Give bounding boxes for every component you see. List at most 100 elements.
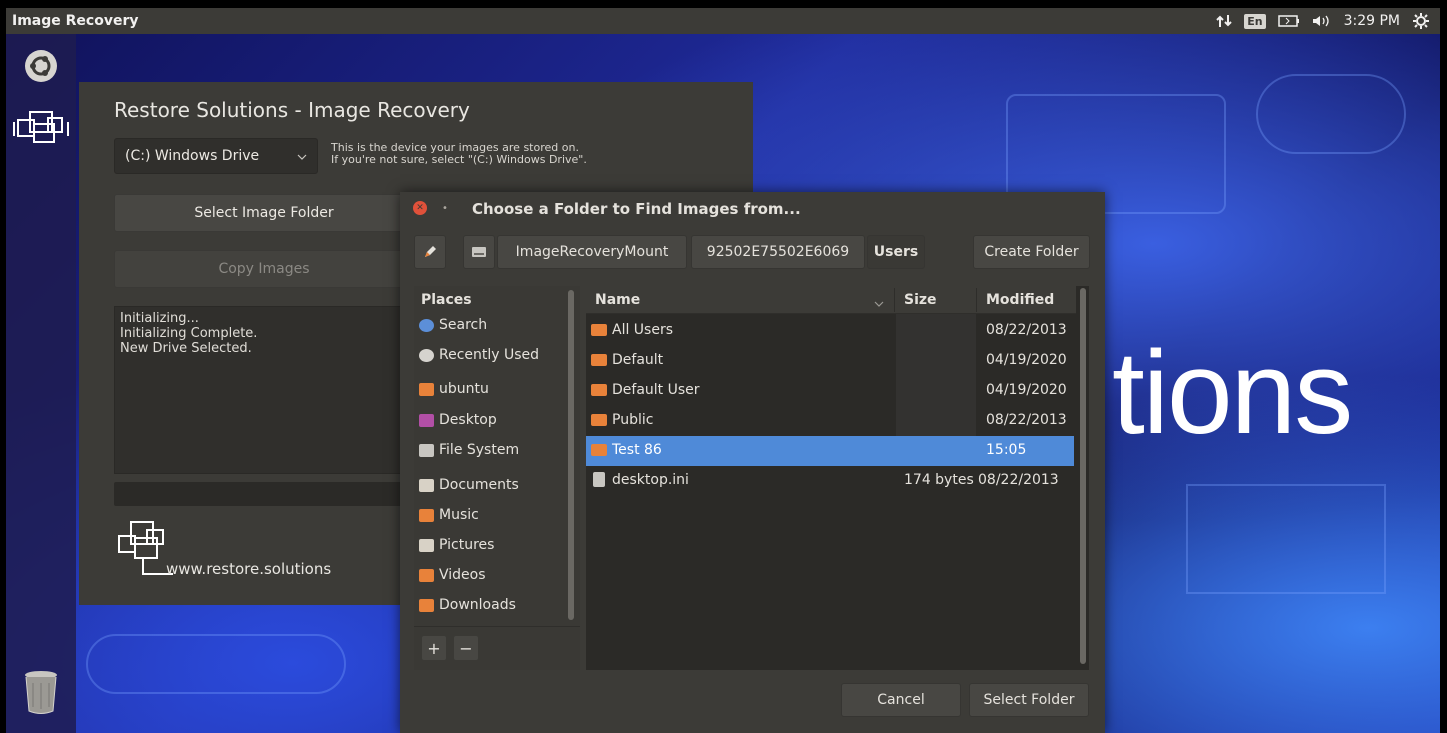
- path-drive-button[interactable]: [463, 235, 495, 269]
- file-name: Test 86: [612, 442, 662, 458]
- column-header-modified[interactable]: Modified: [986, 292, 1054, 308]
- file-size: 174 bytes: [904, 472, 974, 488]
- file-icon: [593, 472, 605, 487]
- music-icon: [419, 508, 434, 522]
- chevron-down-icon: [297, 148, 307, 164]
- sidebar-item-label: Downloads: [439, 597, 516, 613]
- sidebar-item-documents[interactable]: Documents: [419, 474, 519, 496]
- desktop-icon: [419, 413, 434, 427]
- sidebar-item-desktop[interactable]: Desktop: [419, 409, 497, 431]
- folder-icon: [591, 414, 607, 426]
- sidebar-item-music[interactable]: Music: [419, 504, 479, 526]
- path-segment-current[interactable]: Users: [867, 235, 925, 269]
- add-bookmark-button[interactable]: +: [422, 636, 446, 660]
- edit-location-button[interactable]: [414, 235, 446, 269]
- column-divider: [976, 288, 977, 312]
- search-icon: [419, 318, 434, 332]
- copy-images-button[interactable]: Copy Images: [114, 250, 414, 288]
- sidebar-item-label: Documents: [439, 477, 519, 493]
- battery-icon[interactable]: [1277, 15, 1300, 27]
- volume-icon[interactable]: [1312, 14, 1332, 28]
- places-actions: + −: [414, 626, 580, 670]
- file-name: Public: [612, 412, 654, 428]
- file-name: Default User: [612, 382, 700, 398]
- keyboard-layout-indicator[interactable]: En: [1244, 13, 1266, 29]
- sidebar-item-label: File System: [439, 442, 520, 458]
- drive-hint-line: If you're not sure, select "(C:) Windows…: [331, 153, 587, 166]
- folder-icon: [591, 354, 607, 366]
- drive-dropdown[interactable]: (C:) Windows Drive: [114, 138, 318, 174]
- ubuntu-logo-icon[interactable]: [19, 44, 63, 88]
- circuit-decoration: [1186, 484, 1386, 594]
- places-sidebar: Places Search Recently Used ubuntu Deskt…: [414, 286, 580, 670]
- table-row[interactable]: All Users 08/22/2013: [586, 316, 1074, 346]
- folder-icon: [591, 444, 607, 456]
- table-row-selected[interactable]: Test 86 15:05: [586, 436, 1074, 466]
- select-folder-button[interactable]: Select Folder: [969, 683, 1089, 717]
- progress-bar: [114, 482, 414, 506]
- log-line: Initializing Complete.: [120, 326, 258, 341]
- app-title: Image Recovery: [12, 13, 139, 29]
- videos-icon: [419, 568, 434, 582]
- log-line: New Drive Selected.: [120, 341, 252, 356]
- log-output[interactable]: Initializing... Initializing Complete. N…: [114, 306, 414, 474]
- circuit-decoration: [1256, 74, 1406, 154]
- launcher: [6, 34, 76, 733]
- file-name: Default: [612, 352, 664, 368]
- window-title: Restore Solutions - Image Recovery: [114, 98, 470, 122]
- trash-icon[interactable]: [19, 670, 63, 714]
- website-link[interactable]: www.restore.solutions: [166, 560, 331, 578]
- drive-icon: [419, 443, 434, 457]
- close-icon[interactable]: ✕: [413, 201, 427, 215]
- recent-icon: [419, 348, 434, 362]
- column-header-size[interactable]: Size: [904, 292, 937, 308]
- path-segment[interactable]: 92502E75502E6069: [691, 235, 865, 269]
- table-row[interactable]: Default User 04/19/2020: [586, 376, 1074, 406]
- sidebar-item-file-system[interactable]: File System: [419, 439, 519, 461]
- sidebar-item-pictures[interactable]: Pictures: [419, 534, 494, 556]
- table-row[interactable]: Public 08/22/2013: [586, 406, 1074, 436]
- file-name: All Users: [612, 322, 674, 338]
- places-header: Places: [421, 292, 472, 308]
- folder-icon: [591, 384, 607, 396]
- circuit-decoration: [86, 634, 346, 694]
- folder-chooser-dialog: ✕ • Choose a Folder to Find Images from.…: [400, 192, 1105, 733]
- system-tray: En 3:29 PM: [1216, 12, 1440, 30]
- sidebar-item-label: Desktop: [439, 412, 497, 428]
- sidebar-item-recently-used[interactable]: Recently Used: [419, 344, 539, 366]
- dialog-titlebar: ✕ • Choose a Folder to Find Images from.…: [400, 192, 1105, 226]
- remove-bookmark-button[interactable]: −: [454, 636, 478, 660]
- minimize-icon[interactable]: •: [442, 203, 448, 214]
- file-name: desktop.ini: [612, 472, 689, 488]
- network-icon[interactable]: [1216, 14, 1232, 28]
- file-list-header: Name Size Modified: [586, 286, 1076, 314]
- create-folder-button[interactable]: Create Folder: [973, 235, 1090, 269]
- column-divider: [894, 288, 895, 312]
- places-scrollbar[interactable]: [568, 290, 574, 620]
- path-segment[interactable]: ImageRecoveryMount: [497, 235, 687, 269]
- cancel-button[interactable]: Cancel: [841, 683, 961, 717]
- file-modified: 08/22/2013: [986, 412, 1067, 428]
- sidebar-item-label: Recently Used: [439, 347, 540, 363]
- pencil-icon: [425, 246, 436, 257]
- file-list-scrollbar[interactable]: [1080, 288, 1086, 664]
- table-row[interactable]: desktop.ini 174 bytes 08/22/2013: [586, 466, 1074, 496]
- sidebar-item-videos[interactable]: Videos: [419, 564, 486, 586]
- column-header-name[interactable]: Name: [595, 292, 640, 308]
- image-recovery-app-icon[interactable]: [12, 106, 70, 150]
- settings-gear-icon[interactable]: [1412, 12, 1430, 30]
- sidebar-item-ubuntu[interactable]: ubuntu: [419, 378, 489, 400]
- log-line: Initializing...: [120, 311, 199, 326]
- sidebar-item-search[interactable]: Search: [419, 314, 487, 336]
- wallpaper-text: tions: [1112, 327, 1353, 459]
- drive-hint: This is the device your images are store…: [331, 142, 587, 166]
- folder-icon: [591, 324, 607, 336]
- file-modified: 08/22/2013: [986, 322, 1067, 338]
- documents-icon: [419, 478, 434, 492]
- sidebar-item-label: Music: [439, 507, 479, 523]
- file-modified: 08/22/2013: [978, 472, 1059, 488]
- table-row[interactable]: Default 04/19/2020: [586, 346, 1074, 376]
- sidebar-item-downloads[interactable]: Downloads: [419, 594, 516, 616]
- clock[interactable]: 3:29 PM: [1344, 13, 1400, 29]
- select-image-folder-button[interactable]: Select Image Folder: [114, 194, 414, 232]
